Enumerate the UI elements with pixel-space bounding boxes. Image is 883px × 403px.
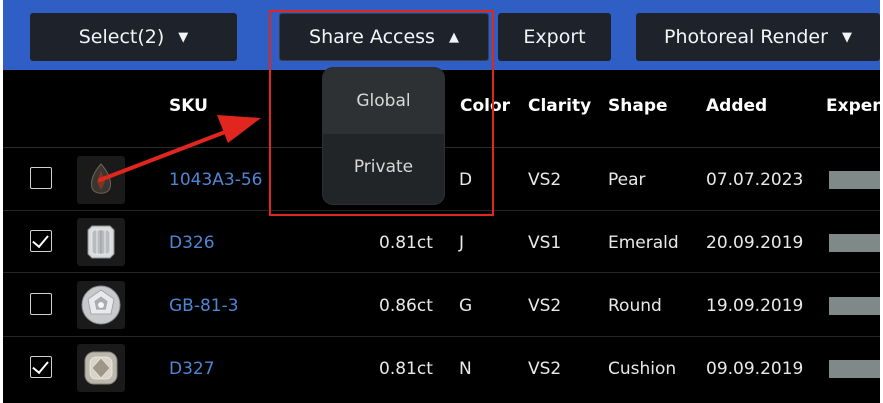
annotation-arrow-icon (98, 115, 261, 182)
app-frame: Select(2) ▼ Share Access ▲ Export Photor… (3, 0, 880, 403)
